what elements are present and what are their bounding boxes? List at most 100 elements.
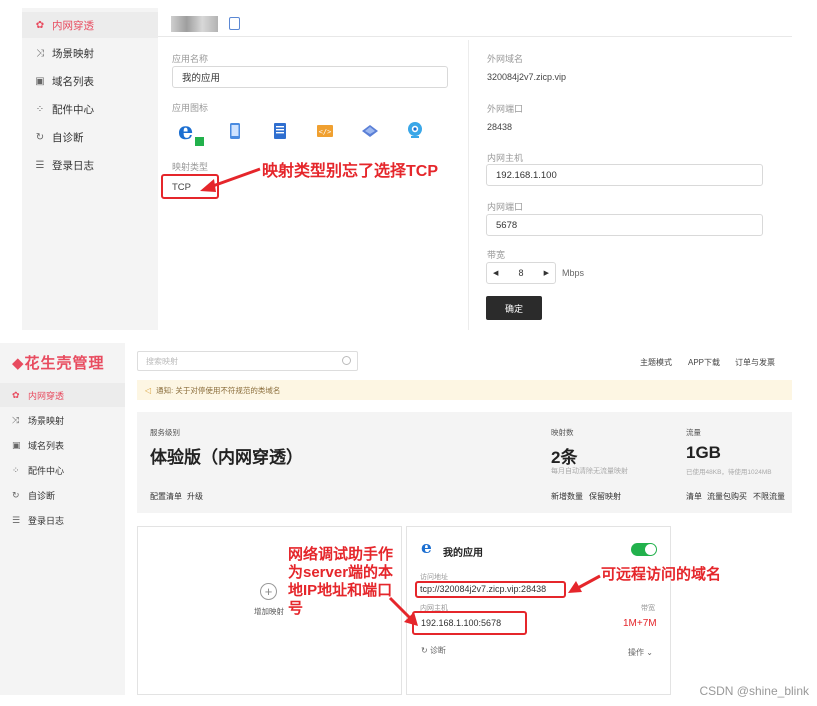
parts-icon: ⁘: [12, 464, 20, 475]
sidebar-item-label: 配件中心: [28, 465, 65, 476]
scenario-icon: ⤨: [12, 414, 20, 425]
map-add-link[interactable]: 新增数量: [551, 491, 583, 502]
map-count-label: 映射数: [551, 428, 574, 437]
confirm-button[interactable]: 确定: [486, 296, 542, 320]
increment-icon[interactable]: ▶: [544, 269, 549, 277]
annotation-arrow-right: [568, 574, 601, 593]
top-sidebar-item-domains[interactable]: ▣ 域名列表: [22, 68, 158, 94]
search-input[interactable]: 搜索映射: [137, 351, 358, 371]
edit-icon[interactable]: [229, 17, 240, 30]
map-count-value: 2条: [551, 448, 578, 467]
sidebar-item-label: 配件中心: [52, 103, 94, 116]
sidebar-item-label: 登录日志: [28, 515, 65, 526]
header-divider: [158, 36, 792, 37]
megaphone-icon: ◁: [145, 385, 152, 395]
bottom-sidebar-item-log[interactable]: ☰ 登录日志: [0, 508, 125, 532]
traffic-unlimited-link[interactable]: 不限流量: [753, 491, 785, 502]
bandwidth-value: 8: [518, 268, 524, 278]
layers-app-icon[interactable]: [361, 122, 379, 140]
bottom-sidebar-item-domains[interactable]: ▣ 域名列表: [0, 433, 125, 457]
app-name-blurred: [171, 16, 218, 32]
traffic-detail-link[interactable]: 清单: [686, 491, 702, 502]
config-link[interactable]: 配置清单: [150, 491, 182, 502]
traffic-value: 1GB: [686, 443, 721, 462]
svg-text:</>: </>: [319, 128, 332, 136]
int-port-input[interactable]: 5678: [486, 214, 763, 236]
top-sidebar-item-scenario[interactable]: ⤨ 场景映射: [22, 40, 158, 66]
document-app-icon[interactable]: [271, 122, 289, 140]
domain-list-icon: ▣: [35, 75, 45, 87]
decrement-icon[interactable]: ◀: [493, 269, 498, 277]
bw-label: 带宽: [641, 605, 655, 612]
top-sidebar-item-nat[interactable]: ✿ 内网穿透: [22, 12, 158, 38]
traffic-pack-link[interactable]: 流量包购买: [707, 491, 747, 502]
map-count-note: 每月自动清除无流量映射: [551, 468, 628, 475]
top-sidebar: ✿ 内网穿透 ⤨ 场景映射 ▣ 域名列表 ⁘ 配件中心 ↻ 自诊断 ☰ 登录日志: [22, 8, 158, 330]
upgrade-link[interactable]: 升级: [187, 491, 203, 502]
diagnose-icon: ↻: [12, 489, 20, 500]
service-value: 体验版（内网穿透）: [150, 448, 303, 467]
watermark: CSDN @shine_blink: [699, 684, 809, 698]
sidebar-item-label: 场景映射: [28, 415, 65, 426]
operate-menu[interactable]: 操作 ⌄: [628, 647, 653, 658]
bw-base: 1M: [623, 618, 637, 629]
logo-text: 花生壳管理: [24, 355, 105, 372]
annotation-arrow-left: [388, 596, 418, 626]
menu-app-download[interactable]: APP下载: [688, 357, 720, 368]
parts-icon: ⁘: [35, 103, 45, 115]
int-port-label: 内网端口: [487, 202, 524, 212]
ext-domain-label: 外网域名: [487, 54, 524, 64]
top-sidebar-item-parts[interactable]: ⁘ 配件中心: [22, 96, 158, 122]
bottom-sidebar-item-parts[interactable]: ⁘ 配件中心: [0, 458, 125, 482]
sidebar-item-label: 内网穿透: [52, 19, 94, 32]
diagnose-icon: ↻: [35, 131, 45, 143]
sidebar-item-label: 自诊断: [52, 131, 84, 144]
top-sidebar-item-log[interactable]: ☰ 登录日志: [22, 152, 158, 178]
notice-bar[interactable]: ◁ 通知: 关于对停使用不符规范的类域名: [137, 380, 792, 400]
map-type-annotation: 映射类型别忘了选择TCP: [262, 163, 439, 180]
sidebar-item-label: 自诊断: [28, 490, 56, 501]
access-value[interactable]: tcp://320084j2v7.zicp.vip:28438: [420, 584, 546, 594]
map-type-value[interactable]: TCP: [172, 182, 191, 193]
app-card-title: 我的应用: [443, 548, 483, 559]
domain-annotation: 可远程访问的域名: [601, 566, 722, 583]
bw-value: 1M+7M: [623, 618, 657, 629]
map-keep-link[interactable]: 保留映射: [589, 491, 621, 502]
code-app-icon[interactable]: </>: [316, 122, 334, 140]
ie-app-icon[interactable]: e: [178, 118, 204, 146]
search-icon[interactable]: [342, 356, 351, 365]
peanut-logo-icon: ◆: [12, 355, 25, 372]
app-name-input[interactable]: 我的应用: [172, 66, 448, 88]
menu-orders[interactable]: 订单与发票: [735, 357, 775, 368]
operate-label: 操作: [628, 648, 644, 657]
bottom-sidebar-item-scenario[interactable]: ⤨ 场景映射: [0, 408, 125, 432]
traffic-label: 流量: [686, 428, 701, 437]
top-sidebar-item-diagnose[interactable]: ↻ 自诊断: [22, 124, 158, 150]
sidebar-item-label: 登录日志: [52, 159, 94, 172]
diagnose-link[interactable]: ↻ 诊断: [421, 645, 446, 656]
log-icon: ☰: [12, 514, 21, 525]
search-placeholder: 搜索映射: [146, 356, 178, 366]
int-host-input[interactable]: 192.168.1.100: [486, 164, 763, 186]
plus-icon[interactable]: +: [260, 583, 277, 600]
sidebar-item-label: 内网穿透: [28, 390, 65, 401]
phone-app-icon[interactable]: [226, 122, 244, 140]
logo: ◆花生壳管理: [12, 352, 105, 373]
bw-extra: +7M: [636, 618, 657, 629]
ext-port-label: 外网端口: [487, 104, 524, 114]
domain-list-icon: ▣: [12, 439, 21, 450]
bottom-sidebar-item-nat[interactable]: ✿ 内网穿透: [0, 383, 125, 407]
bottom-sidebar-item-diagnose[interactable]: ↻ 自诊断: [0, 483, 125, 507]
chevron-down-icon: ⌄: [646, 648, 653, 657]
enable-toggle[interactable]: [631, 543, 657, 556]
int-host-label: 内网主机: [487, 153, 524, 163]
bandwidth-stepper[interactable]: ◀ 8 ▶: [486, 262, 556, 284]
camera-app-icon[interactable]: [406, 121, 424, 139]
menu-theme[interactable]: 主题模式: [640, 357, 672, 368]
service-label: 服务级别: [150, 428, 180, 437]
app-name-label: 应用名称: [172, 54, 209, 64]
add-mapping-label[interactable]: 增加映射: [254, 606, 284, 617]
traffic-note: 已使用48KB，待使用1024MB: [686, 469, 772, 476]
sidebar-item-label: 场景映射: [52, 47, 94, 60]
sidebar-item-label: 域名列表: [28, 440, 65, 451]
